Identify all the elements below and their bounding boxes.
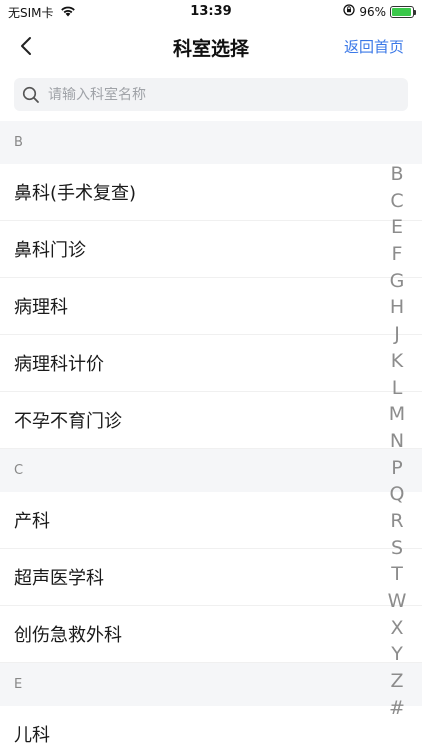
index-letter[interactable]: K bbox=[386, 348, 408, 375]
orientation-lock-icon bbox=[343, 4, 355, 19]
list-item[interactable]: 病理科计价 bbox=[0, 335, 422, 392]
index-letter[interactable]: F bbox=[386, 241, 408, 268]
search-icon bbox=[22, 86, 39, 103]
battery-cap bbox=[414, 9, 416, 15]
nav-bar: 科室选择 返回首页 bbox=[0, 24, 422, 68]
list-item[interactable]: 儿科 bbox=[0, 706, 422, 750]
index-letter[interactable]: Z bbox=[386, 668, 408, 695]
battery-icon bbox=[390, 5, 416, 18]
index-letter[interactable]: G bbox=[386, 268, 408, 295]
status-right: 96% bbox=[343, 4, 416, 19]
section-header-e: E bbox=[0, 663, 422, 706]
department-list: B 鼻科(手术复查) 鼻科门诊 病理科 病理科计价 不孕不育门诊 C 产科 超声… bbox=[0, 121, 422, 750]
index-letter[interactable]: # bbox=[386, 695, 408, 722]
index-letter[interactable]: L bbox=[386, 375, 408, 402]
search-input[interactable] bbox=[48, 86, 388, 103]
alphabet-index[interactable]: B C E F G H J K L M N P Q R S T W X Y Z … bbox=[386, 161, 408, 721]
index-letter[interactable]: Q bbox=[386, 481, 408, 508]
list-item[interactable]: 创伤急救外科 bbox=[0, 606, 422, 663]
list-item[interactable]: 不孕不育门诊 bbox=[0, 392, 422, 449]
list-item[interactable]: 鼻科门诊 bbox=[0, 221, 422, 278]
section-header-b: B bbox=[0, 121, 422, 164]
index-letter[interactable]: P bbox=[386, 455, 408, 482]
index-letter[interactable]: X bbox=[386, 615, 408, 642]
index-letter[interactable]: H bbox=[386, 294, 408, 321]
index-letter[interactable]: N bbox=[386, 428, 408, 455]
return-home-link[interactable]: 返回首页 bbox=[344, 36, 404, 57]
index-letter[interactable]: M bbox=[386, 401, 408, 428]
index-letter[interactable]: C bbox=[386, 188, 408, 215]
list-item[interactable]: 病理科 bbox=[0, 278, 422, 335]
search-box[interactable] bbox=[14, 78, 408, 111]
list-item[interactable]: 超声医学科 bbox=[0, 549, 422, 606]
index-letter[interactable]: E bbox=[386, 214, 408, 241]
battery-percent: 96% bbox=[359, 4, 386, 19]
index-letter[interactable]: Y bbox=[386, 641, 408, 668]
index-letter[interactable]: T bbox=[386, 561, 408, 588]
list-item[interactable]: 产科 bbox=[0, 492, 422, 549]
index-letter[interactable]: J bbox=[386, 321, 408, 348]
status-bar: 无SIM卡 13:39 96% bbox=[0, 0, 422, 24]
index-letter[interactable]: S bbox=[386, 535, 408, 562]
index-letter[interactable]: R bbox=[386, 508, 408, 535]
list-item[interactable]: 鼻科(手术复查) bbox=[0, 164, 422, 221]
index-letter[interactable]: B bbox=[386, 161, 408, 188]
battery-level bbox=[392, 7, 412, 16]
section-header-c: C bbox=[0, 449, 422, 492]
index-letter[interactable]: W bbox=[386, 588, 408, 615]
